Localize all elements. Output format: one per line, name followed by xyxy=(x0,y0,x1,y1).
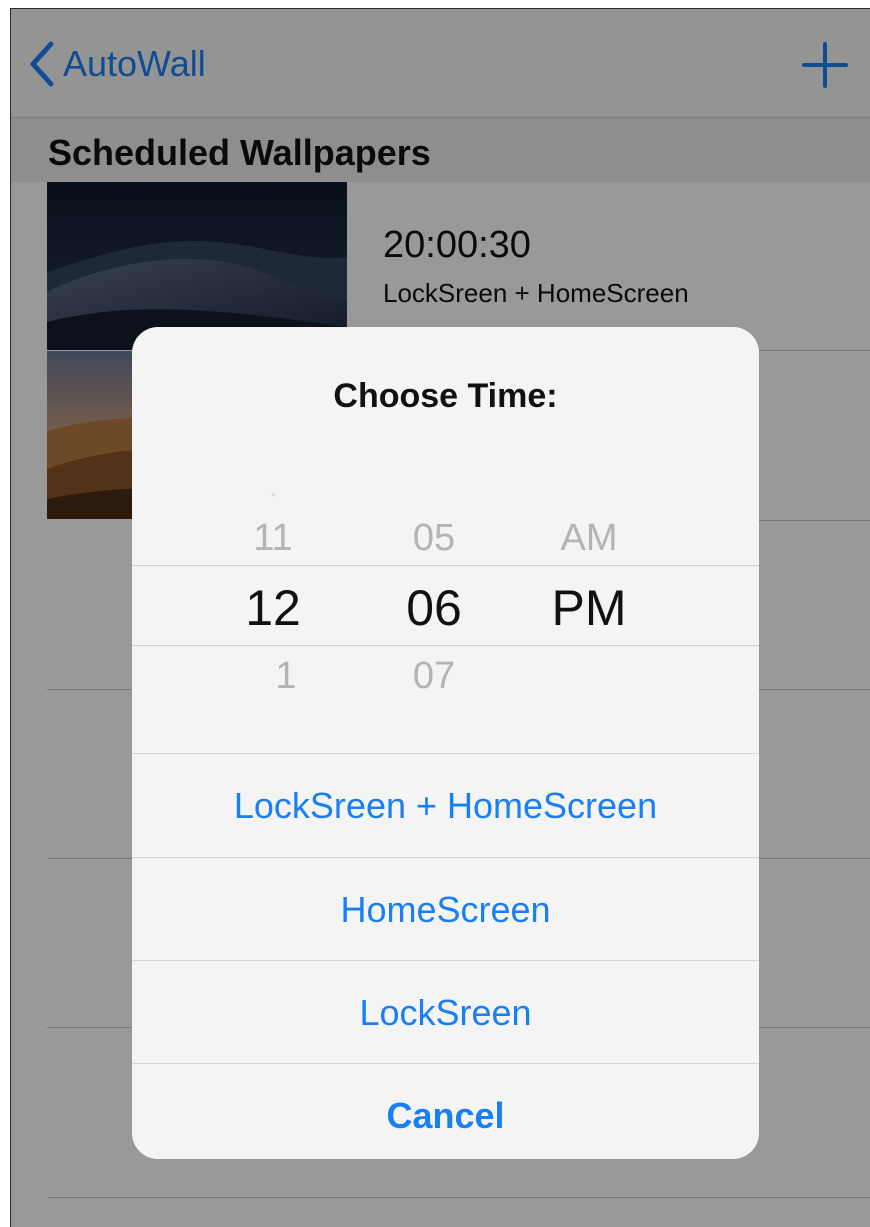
picker-minute-selected[interactable]: 06 xyxy=(406,579,462,637)
lockscreen-label: LockSreen xyxy=(359,991,532,1033)
picker-selection-bottom-line xyxy=(132,645,759,646)
picker-period-prev[interactable]: AM xyxy=(561,517,618,560)
lockscreen-button[interactable]: LockSreen xyxy=(132,960,759,1064)
sheet-title: Choose Time: xyxy=(333,377,558,415)
picker-selection-top-line xyxy=(132,565,759,566)
picker-hour-far: · xyxy=(268,477,278,510)
time-action-sheet: Choose Time: · 11 12 1 05 06 07 AM PM Lo… xyxy=(132,327,759,1159)
picker-period-selected[interactable]: PM xyxy=(552,579,627,637)
picker-hour-prev[interactable]: 11 xyxy=(253,517,292,560)
lockscreen-homescreen-button[interactable]: LockSreen + HomeScreen xyxy=(132,753,759,857)
picker-minute-next[interactable]: 07 xyxy=(413,655,455,698)
picker-minute-prev[interactable]: 05 xyxy=(413,517,455,560)
lockscreen-homescreen-label: LockSreen + HomeScreen xyxy=(233,784,658,826)
homescreen-label: HomeScreen xyxy=(340,888,551,930)
picker-hour-next[interactable]: 1 xyxy=(275,655,296,698)
app-screen: AutoWall Scheduled Wallpapers 20:00:30 L… xyxy=(10,8,870,1227)
time-picker[interactable]: · 11 12 1 05 06 07 AM PM xyxy=(132,477,759,747)
picker-hour-selected[interactable]: 12 xyxy=(245,579,301,637)
homescreen-button[interactable]: HomeScreen xyxy=(132,857,759,961)
cancel-button[interactable]: Cancel xyxy=(132,1063,759,1159)
cancel-label: Cancel xyxy=(386,1094,505,1136)
